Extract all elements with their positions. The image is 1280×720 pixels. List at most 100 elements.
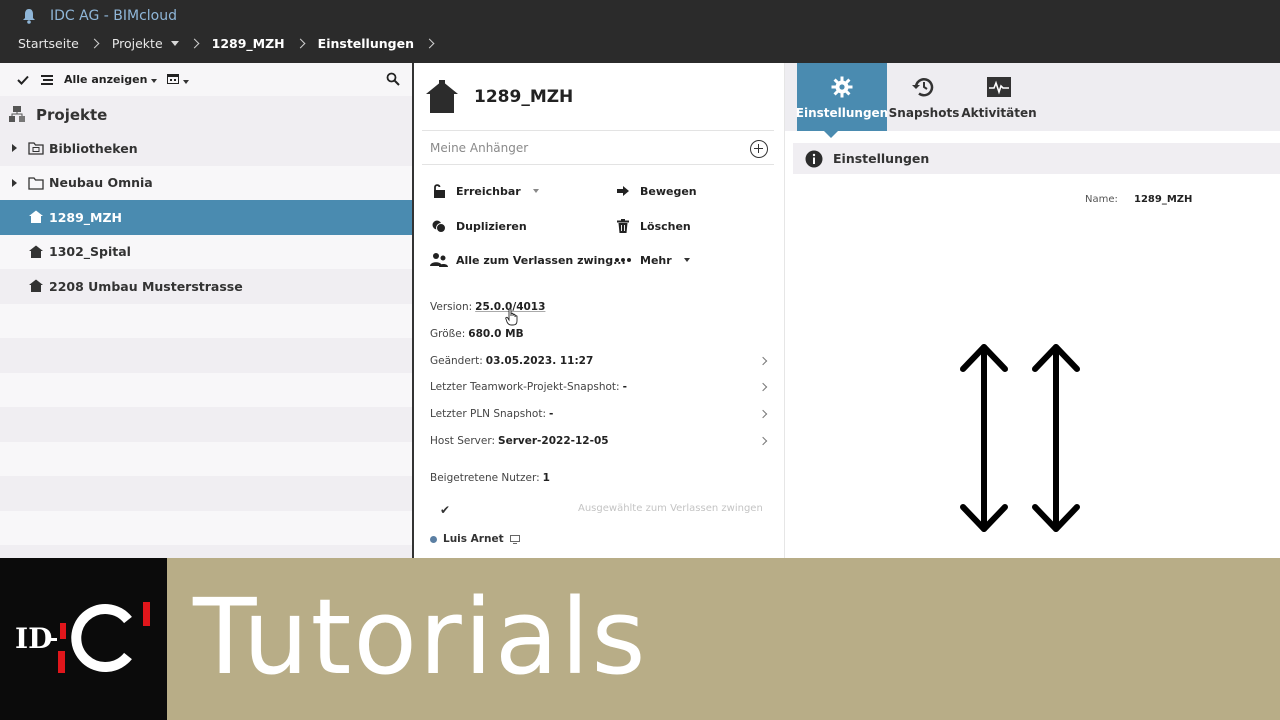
- search-icon[interactable]: [386, 72, 400, 86]
- tree-item-label: Bibliotheken: [49, 140, 138, 156]
- app-title-area: IDC AG - BIMcloud: [22, 6, 177, 26]
- expand-arrow-icon[interactable]: [12, 144, 17, 153]
- teamwork-snapshot-value: -: [622, 381, 627, 393]
- more-button[interactable]: Mehr: [614, 250, 690, 270]
- move-button[interactable]: Bewegen: [614, 181, 697, 201]
- project-tree-panel: Alle anzeigen Projekte Bibliotheken Neub…: [0, 63, 412, 558]
- tab-aktivitaeten[interactable]: Aktivitäten: [961, 63, 1037, 131]
- force-selected-leave-button[interactable]: Ausgewählte zum Verlassen zwingen: [578, 503, 763, 514]
- double-arrow-icon: [960, 344, 1080, 532]
- tree-item-1289-mzh[interactable]: 1289_MZH: [0, 200, 412, 235]
- more-label: Mehr: [640, 253, 672, 267]
- delete-button[interactable]: Löschen: [614, 216, 691, 236]
- breadcrumb-einstellungen[interactable]: Einstellungen: [318, 36, 414, 51]
- chevron-right-icon: [758, 382, 768, 392]
- activity-monitor-icon: [986, 74, 1012, 100]
- user-status-dot: [430, 535, 437, 543]
- monitor-icon: [509, 534, 520, 544]
- tab-label: Snapshots: [888, 106, 960, 120]
- attachments-label[interactable]: Meine Anhänger: [430, 141, 528, 155]
- idc-logo: ID: [0, 558, 167, 720]
- delete-label: Löschen: [640, 219, 691, 233]
- breadcrumb-projekte[interactable]: Projekte: [112, 36, 179, 51]
- project-details-panel: 1289_MZH Meine Anhänger Erreichbar Beweg…: [412, 63, 784, 558]
- pln-snapshot-value: -: [548, 408, 554, 420]
- tree-item-bibliotheken[interactable]: Bibliotheken: [0, 131, 412, 166]
- breadcrumb-startseite[interactable]: Startseite: [18, 36, 79, 51]
- project-header: 1289_MZH: [424, 77, 573, 117]
- breadcrumb: Startseite Projekte 1289_MZH Einstellung…: [18, 34, 447, 52]
- project-title: 1289_MZH: [474, 87, 574, 107]
- divider: [422, 164, 774, 165]
- duplicate-button[interactable]: Duplizieren: [430, 216, 527, 236]
- projects-tree-icon: [9, 106, 25, 122]
- project-house-icon: [29, 245, 43, 258]
- snapshot-history-icon: [911, 74, 937, 100]
- select-all-checkbox[interactable]: ✔: [440, 503, 450, 517]
- chevron-right-icon: [758, 436, 768, 446]
- version-row: Version: 25.0.0/4013: [430, 299, 770, 315]
- tab-einstellungen[interactable]: Einstellungen: [795, 63, 889, 131]
- caret-down-icon: [683, 258, 690, 262]
- folder-icon: [28, 177, 44, 190]
- empty-row: [0, 510, 412, 545]
- teamwork-snapshot-row[interactable]: Letzter Teamwork-Projekt-Snapshot: -: [430, 379, 770, 395]
- pln-snapshot-label: Letzter PLN Snapshot:: [430, 408, 546, 420]
- project-tree: Bibliotheken Neubau Omnia 1289_MZH 1302_…: [0, 131, 412, 545]
- chevron-right-icon: [758, 356, 768, 366]
- teamwork-snapshot-label: Letzter Teamwork-Projekt-Snapshot:: [430, 381, 620, 393]
- settings-section-header: Einstellungen: [793, 143, 1280, 174]
- host-server-label: Host Server:: [430, 435, 496, 447]
- reachable-button[interactable]: Erreichbar: [430, 181, 539, 201]
- breadcrumb-project[interactable]: 1289_MZH: [212, 36, 285, 51]
- size-value: 680.0 MB: [468, 328, 524, 340]
- empty-row: [0, 407, 412, 442]
- idc-logo-mark: ID: [15, 602, 150, 673]
- chevron-right-icon: [424, 38, 435, 48]
- tab-label: Aktivitäten: [961, 106, 1037, 120]
- project-house-icon: [29, 279, 43, 293]
- host-server-value: Server-2022-12-05: [498, 435, 609, 447]
- force-leave-all-label: Alle zum Verlassen zwing...: [456, 253, 626, 267]
- joined-users-value: 1: [542, 472, 550, 484]
- breadcrumb-projekte-label: Projekte: [111, 35, 163, 51]
- filter-label: Alle anzeigen: [64, 73, 148, 86]
- tree-item-label: 1289_MZH: [49, 209, 123, 225]
- pln-snapshot-row[interactable]: Letzter PLN Snapshot: -: [430, 406, 770, 422]
- empty-row: [0, 303, 412, 338]
- tree-item-1302-spital[interactable]: 1302_Spital: [0, 234, 412, 269]
- tab-label: Einstellungen: [795, 106, 889, 120]
- changed-row[interactable]: Geändert: 03.05.2023. 11:27: [430, 353, 770, 369]
- duplicate-icon: [430, 218, 448, 234]
- bell-icon[interactable]: [22, 8, 36, 24]
- settings-section-title: Einstellungen: [833, 151, 930, 166]
- empty-row: [0, 476, 412, 511]
- joined-users-row: Beigetretene Nutzer: 1: [430, 470, 770, 486]
- tree-item-2208-umbau[interactable]: 2208 Umbau Musterstrasse: [0, 269, 412, 304]
- joined-user-item[interactable]: Luis Arnet: [430, 533, 520, 545]
- date-filter-dropdown[interactable]: [167, 73, 190, 87]
- expand-arrow-icon[interactable]: [12, 178, 17, 187]
- svg-text:ID: ID: [15, 622, 52, 655]
- check-icon[interactable]: [16, 73, 30, 87]
- tree-item-neubau-omnia[interactable]: Neubau Omnia: [0, 165, 412, 200]
- host-server-row[interactable]: Host Server: Server-2022-12-05: [430, 433, 770, 449]
- users-icon: [430, 252, 448, 268]
- reachable-label: Erreichbar: [456, 184, 521, 198]
- unlock-icon: [430, 183, 448, 199]
- list-sort-icon[interactable]: [40, 73, 54, 87]
- add-attachment-icon[interactable]: [750, 140, 768, 158]
- duplicate-label: Duplizieren: [456, 219, 527, 233]
- caret-down-icon: [183, 79, 190, 84]
- changed-value: 03.05.2023. 11:27: [485, 355, 594, 367]
- joined-users-label: Beigetretene Nutzer:: [430, 472, 540, 484]
- size-label: Größe:: [430, 328, 466, 340]
- tab-snapshots[interactable]: Snapshots: [889, 63, 959, 131]
- force-leave-all-button[interactable]: Alle zum Verlassen zwing...: [430, 250, 626, 270]
- filter-dropdown[interactable]: Alle anzeigen: [64, 73, 158, 86]
- tree-toolbar: Alle anzeigen: [0, 63, 412, 96]
- user-name: Luis Arnet: [443, 533, 504, 545]
- name-value[interactable]: 1289_MZH: [1134, 194, 1192, 205]
- divider: [422, 130, 774, 131]
- tree-item-label: 2208 Umbau Musterstrasse: [49, 278, 243, 294]
